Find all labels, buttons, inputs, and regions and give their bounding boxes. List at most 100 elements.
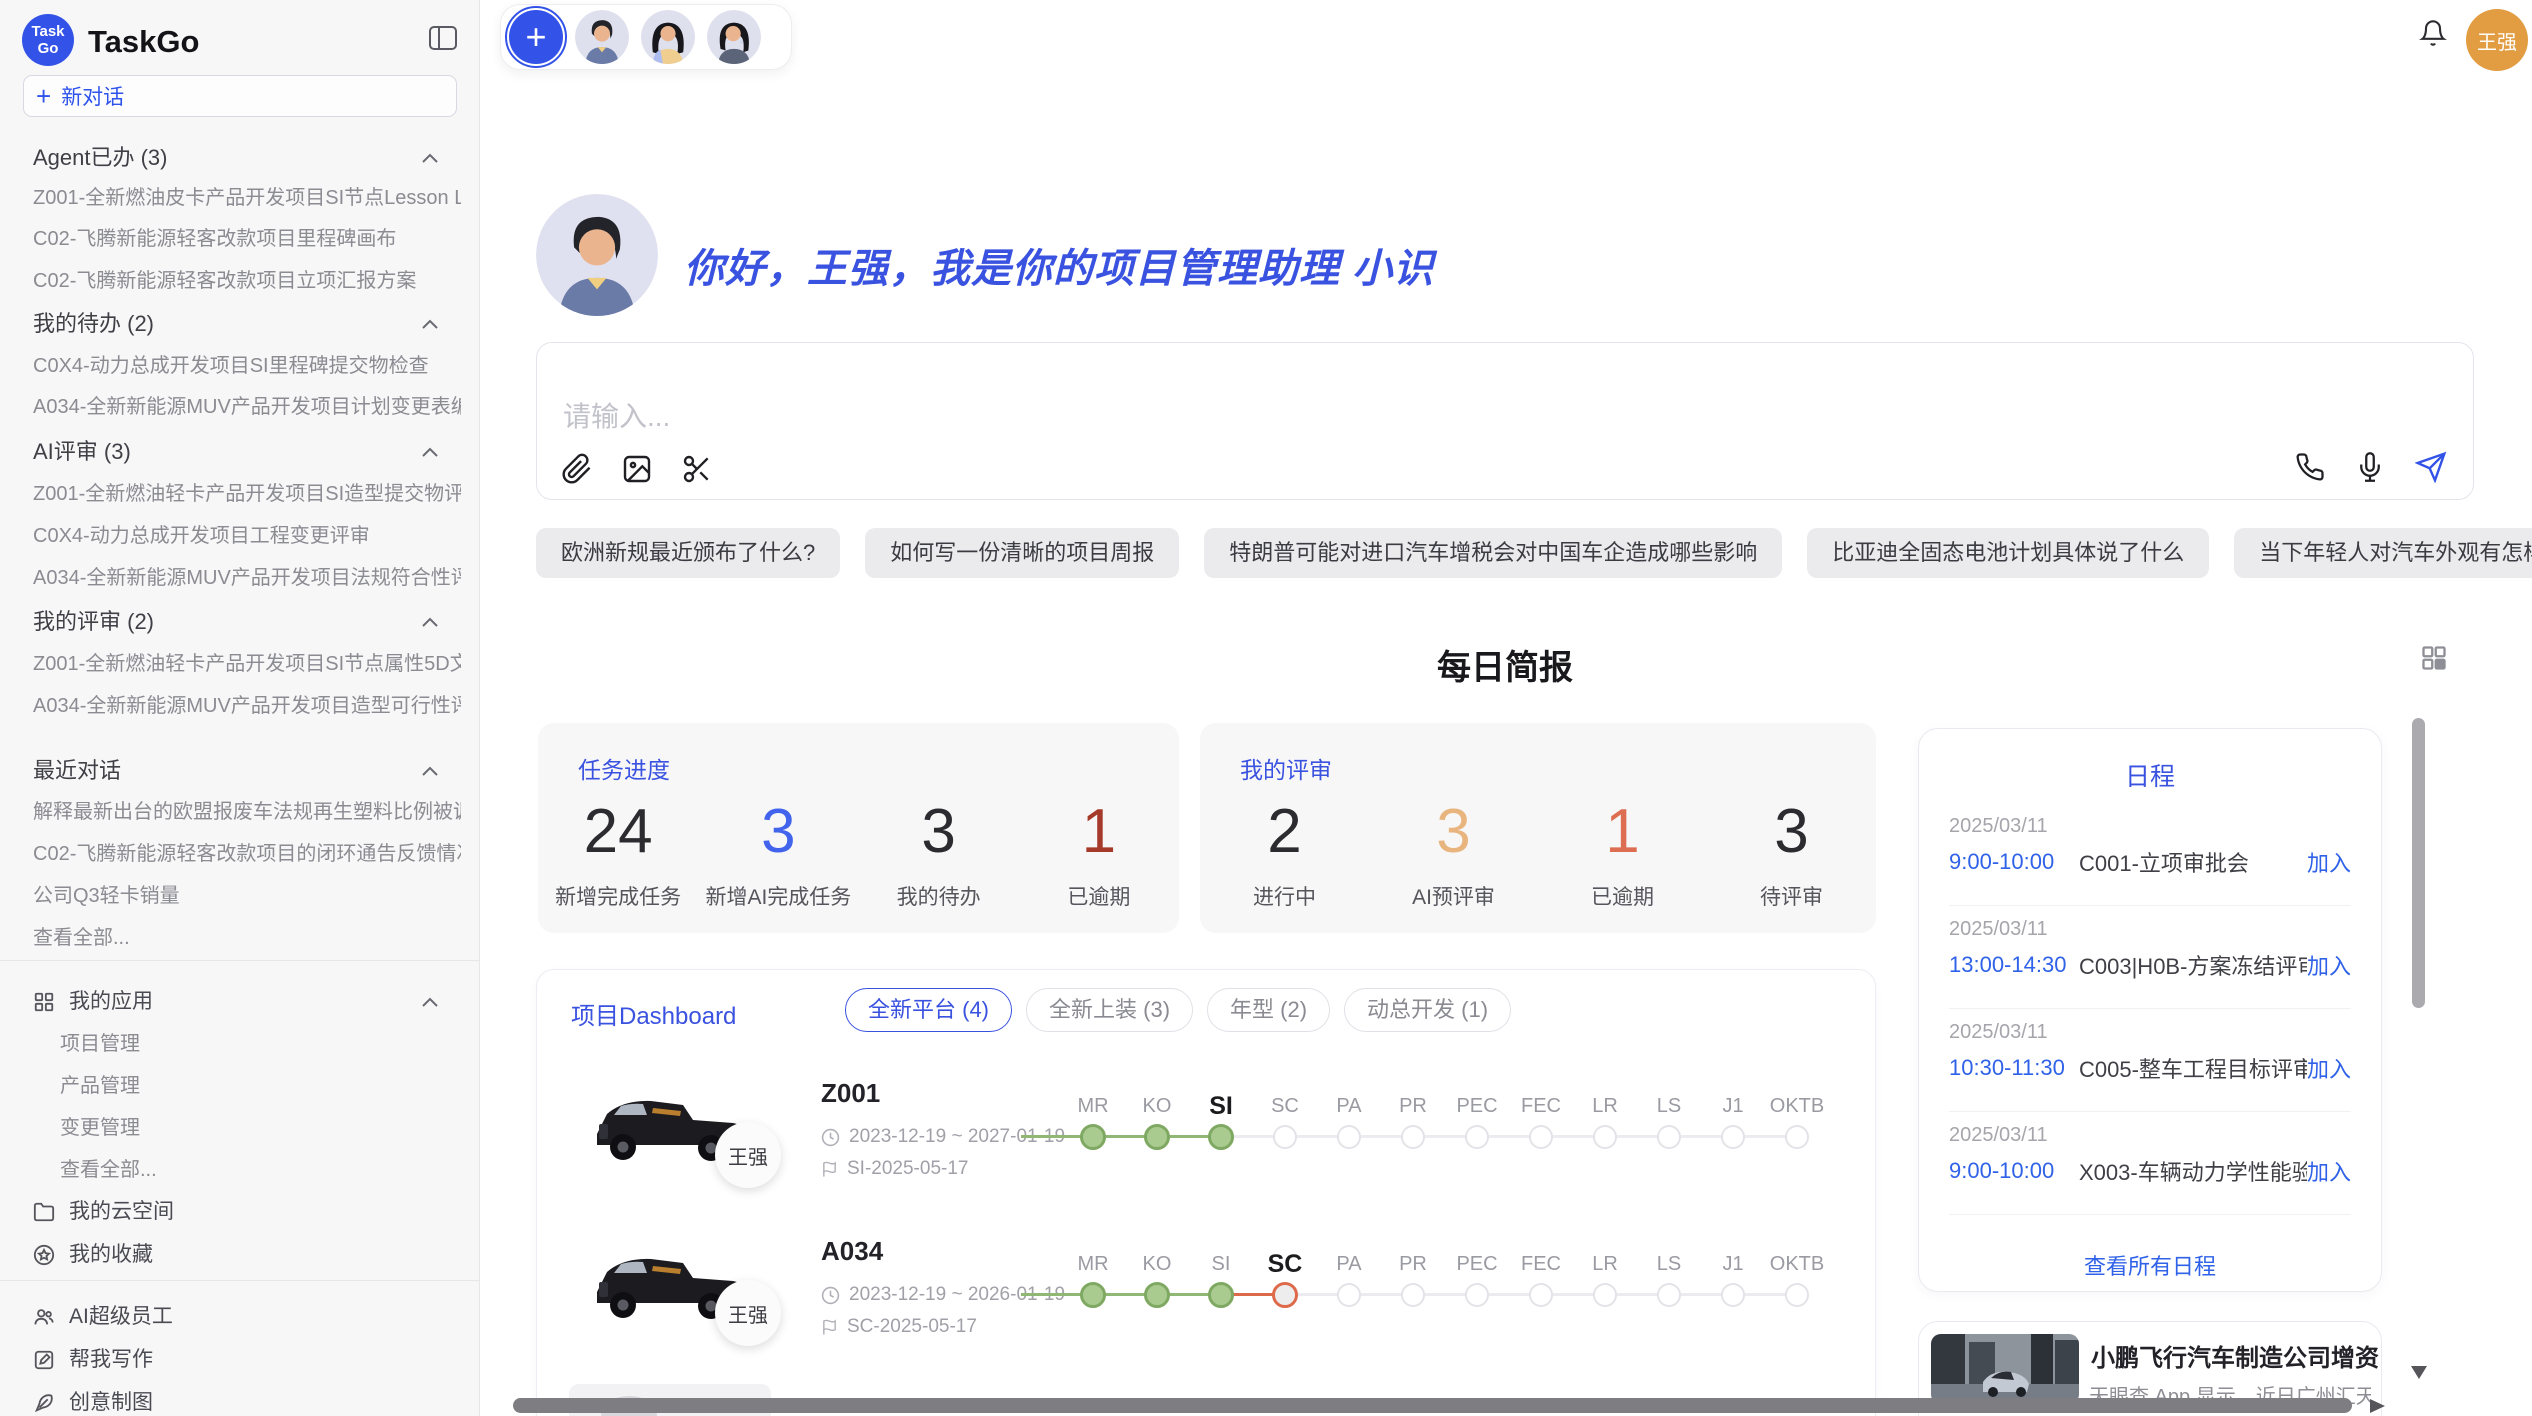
sidebar-item-favorites[interactable]: 我的收藏: [33, 1239, 461, 1271]
project-milestone-flag: SI-2025-05-17: [821, 1158, 968, 1180]
view-all-schedule-link[interactable]: 查看所有日程: [1919, 1249, 2381, 1281]
section-header-recent[interactable]: 最近对话: [33, 755, 461, 787]
milestone-dot: [1529, 1283, 1553, 1307]
chevron-up-icon[interactable]: [419, 994, 441, 1010]
agent-avatar-1[interactable]: [575, 10, 629, 64]
recent-view-all[interactable]: 查看全部...: [33, 922, 461, 954]
tab-new-body[interactable]: 全新上装 (3): [1026, 988, 1193, 1032]
project-owner-badge: 王强: [715, 1280, 781, 1346]
sidebar-item[interactable]: Z001-全新燃油皮卡产品开发项目SI节点Lesson Learn报告: [33, 182, 461, 214]
milestone-dot: [1593, 1283, 1617, 1307]
dashboard-title: 项目Dashboard: [571, 996, 736, 1031]
scroll-down-arrow-icon[interactable]: [2411, 1366, 2427, 1379]
stat-overdue: 1 已逾期: [1019, 801, 1179, 911]
sidebar-item[interactable]: Z001-全新燃油轻卡产品开发项目SI节点属性5D文件评审: [33, 648, 461, 680]
folder-icon: [33, 1201, 55, 1223]
join-link[interactable]: 加入: [2307, 949, 2351, 981]
milestone-dot: [1401, 1283, 1425, 1307]
project-row[interactable]: 王强 Z001 2023-12-19 ~ 2027-01-19 SI-2025-…: [537, 1060, 1875, 1218]
vertical-scrollbar[interactable]: [2412, 718, 2425, 1008]
horizontal-scrollbar[interactable]: [513, 1398, 2352, 1413]
sidebar-item[interactable]: A034-全新新能源MUV产品开发项目造型可行性评审: [33, 690, 461, 722]
apps-view-all[interactable]: 查看全部...: [60, 1154, 461, 1186]
milestone-dot-overdue: [1272, 1282, 1298, 1308]
tab-year-model[interactable]: 年型 (2): [1207, 988, 1330, 1032]
app-logo: Task Go: [22, 14, 74, 66]
send-icon[interactable]: [2415, 451, 2447, 483]
suggestion-chip[interactable]: 如何写一份清晰的项目周报: [865, 528, 1179, 578]
join-link[interactable]: 加入: [2307, 1052, 2351, 1084]
milestone-dot-done: [1080, 1124, 1106, 1150]
section-header-my-review[interactable]: 我的评审 (2): [33, 606, 461, 638]
suggestion-chip[interactable]: 欧洲新规最近颁布了什么?: [536, 528, 840, 578]
chevron-up-icon[interactable]: [419, 150, 441, 166]
flag-icon: [821, 1160, 838, 1179]
recent-chat-item[interactable]: 解释最新出台的欧盟报废车法规再生塑料比例被调至15%...: [33, 796, 461, 828]
sidebar-item[interactable]: C0X4-动力总成开发项目SI里程碑提交物检查: [33, 350, 461, 382]
section-header-my-todo[interactable]: 我的待办 (2): [33, 308, 461, 340]
stat-in-progress: 2 进行中: [1200, 801, 1369, 911]
user-avatar[interactable]: 王强: [2466, 9, 2528, 71]
new-chat-button[interactable]: + 新对话: [23, 75, 457, 117]
schedule-card: 日程 2025/03/11 9:00-10:00 C001-立项审批会 加入 2…: [1918, 728, 2382, 1292]
notification-bell-icon[interactable]: [2419, 18, 2447, 48]
news-image: [1931, 1334, 2079, 1404]
scroll-right-arrow-icon[interactable]: [2370, 1399, 2385, 1413]
layout-grid-icon[interactable]: [2420, 644, 2448, 672]
clock-icon: [821, 1286, 840, 1305]
recent-chat-item[interactable]: 公司Q3轻卡销量: [33, 880, 461, 912]
sidebar-item[interactable]: Z001-全新燃油轻卡产品开发项目SI造型提交物评审: [33, 478, 461, 510]
chat-input[interactable]: 请输入...: [536, 342, 2474, 500]
milestone-dot-done: [1080, 1282, 1106, 1308]
project-code: A034: [821, 1236, 883, 1267]
recent-chat-item[interactable]: C02-飞腾新能源轻客改款项目的闭环通告反馈情况: [33, 838, 461, 870]
greeting-text: 你好，王强，我是你的项目管理助理 小识: [684, 236, 1434, 294]
users-icon: [33, 1306, 55, 1328]
card-title: 任务进度: [578, 751, 1179, 785]
chevron-up-icon[interactable]: [419, 763, 441, 779]
stat-overdue: 1 已逾期: [1538, 801, 1707, 911]
join-link[interactable]: 加入: [2307, 846, 2351, 878]
section-header-agent-done[interactable]: Agent已办 (3): [33, 142, 461, 174]
milestone-dot: [1337, 1125, 1361, 1149]
scissors-icon[interactable]: [681, 453, 713, 485]
sidebar-item[interactable]: A034-全新新能源MUV产品开发项目法规符合性评审: [33, 562, 461, 594]
sidebar-item[interactable]: C02-飞腾新能源轻客改款项目立项汇报方案: [33, 265, 461, 297]
app-item-project-mgmt[interactable]: 项目管理: [60, 1028, 461, 1060]
add-agent-button[interactable]: +: [509, 10, 563, 64]
app-title: TaskGo: [88, 24, 199, 60]
section-header-my-apps[interactable]: 我的应用: [33, 986, 461, 1018]
phone-icon[interactable]: [2295, 452, 2325, 482]
sidebar-item-help-me-write[interactable]: 帮我写作: [33, 1344, 461, 1376]
sidebar-item[interactable]: A034-全新新能源MUV产品开发项目计划变更表编写: [33, 391, 461, 423]
suggestion-chip[interactable]: 比亚迪全固态电池计划具体说了什么: [1807, 528, 2209, 578]
app-item-change-mgmt[interactable]: 变更管理: [60, 1112, 461, 1144]
milestone-dot-done: [1144, 1124, 1170, 1150]
schedule-event: 2025/03/11 9:00-10:00 X003-车辆动力学性能验... 加…: [1949, 1112, 2351, 1215]
sidebar-item-creative-drawing[interactable]: 创意制图: [33, 1387, 461, 1416]
chevron-up-icon[interactable]: [419, 444, 441, 460]
app-item-product-mgmt[interactable]: 产品管理: [60, 1070, 461, 1102]
sidebar-item[interactable]: C02-飞腾新能源轻客改款项目里程碑画布: [33, 223, 461, 255]
tab-powertrain[interactable]: 动总开发 (1): [1344, 988, 1511, 1032]
mic-icon[interactable]: [2355, 452, 2385, 482]
sidebar-item-ai-super-staff[interactable]: AI超级员工: [33, 1301, 461, 1333]
chevron-up-icon[interactable]: [419, 316, 441, 332]
attach-icon[interactable]: [561, 453, 593, 485]
divider: [0, 960, 479, 961]
project-owner-badge: 王强: [715, 1122, 781, 1188]
suggestion-chip[interactable]: 当下年轻人对汽车外观有怎样的喜好趋势: [2234, 528, 2532, 578]
project-row[interactable]: 王强 A034 2023-12-19 ~ 2026-01-19 SC-2025-…: [537, 1218, 1875, 1376]
tab-new-platform[interactable]: 全新平台 (4): [845, 988, 1012, 1032]
sidebar-item-cloud-space[interactable]: 我的云空间: [33, 1196, 461, 1228]
image-icon[interactable]: [621, 453, 653, 485]
milestone-dot: [1657, 1283, 1681, 1307]
sidebar-collapse-icon[interactable]: [428, 24, 458, 52]
sidebar-item[interactable]: C0X4-动力总成开发项目工程变更评审: [33, 520, 461, 552]
suggestion-chip[interactable]: 特朗普可能对进口汽车增税会对中国车企造成哪些影响: [1204, 528, 1782, 578]
agent-avatar-2[interactable]: [641, 10, 695, 64]
join-link[interactable]: 加入: [2307, 1155, 2351, 1187]
chevron-up-icon[interactable]: [419, 614, 441, 630]
section-header-ai-review[interactable]: AI评审 (3): [33, 436, 461, 468]
agent-avatar-3[interactable]: [707, 10, 761, 64]
